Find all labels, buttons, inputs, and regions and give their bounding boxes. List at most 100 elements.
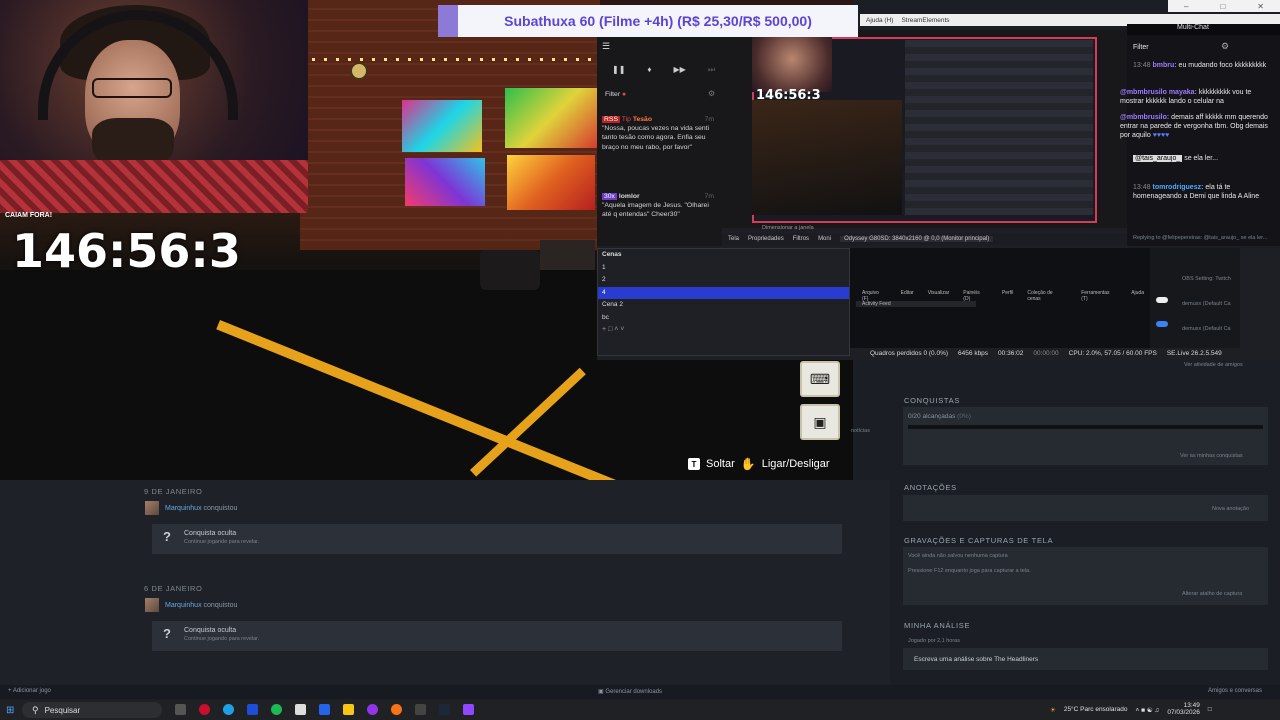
scene-item[interactable]: 2 xyxy=(598,274,849,287)
hand-icon: ✋ xyxy=(740,457,756,471)
firefox-icon[interactable] xyxy=(391,704,402,715)
avatar[interactable] xyxy=(145,598,159,612)
scene-item[interactable]: bc xyxy=(598,312,849,325)
steam-footer: + Adicionar jogo ▣ Gerenciar downloads A… xyxy=(0,685,1280,699)
app-icon[interactable] xyxy=(247,704,258,715)
task-view-icon[interactable] xyxy=(175,704,186,715)
mail-icon[interactable] xyxy=(319,704,330,715)
tv-screen xyxy=(405,158,485,206)
up-icon[interactable]: ˄ xyxy=(614,326,618,333)
subathon-timer: 146:56:3 xyxy=(12,224,241,278)
twitch-icon[interactable] xyxy=(463,704,474,715)
drop-label: Soltar xyxy=(706,458,735,470)
source-item[interactable]: demuxx (Default Ca xyxy=(1182,301,1237,307)
minimize-icon[interactable]: – xyxy=(1184,2,1188,11)
user-link[interactable]: Marquinhux xyxy=(165,602,202,609)
multichat-filter[interactable]: Filter xyxy=(1133,43,1149,52)
spotify-icon[interactable] xyxy=(271,704,282,715)
scene-item-selected[interactable]: 4 xyxy=(598,286,849,299)
new-note-link[interactable]: Nova anotação xyxy=(1212,506,1249,512)
search-placeholder: Pesquisar xyxy=(44,705,81,715)
friends-activity-link[interactable]: Ver atividade de amigos xyxy=(1184,362,1243,368)
activity-line: Marquinhux conquistou xyxy=(165,602,237,609)
menu-item[interactable]: Ajuda xyxy=(1131,290,1144,302)
skip-icon[interactable]: ▶▶ xyxy=(674,65,686,75)
app-icon[interactable] xyxy=(415,704,426,715)
properties-button[interactable]: Propriedades xyxy=(748,236,784,242)
weather-icon: ☀ xyxy=(1050,706,1056,714)
string-lights xyxy=(300,58,600,61)
scene-item[interactable]: 1 xyxy=(598,262,849,275)
write-review-button[interactable]: Escreva uma análise sobre The Headliners xyxy=(914,656,1038,663)
source-toggle[interactable] xyxy=(1156,297,1168,303)
date-header: 9 DE JANEIRO xyxy=(144,487,203,496)
obs-icon[interactable] xyxy=(367,704,378,715)
bitrate: 6456 kbps xyxy=(958,350,989,357)
question-mark-icon: ? xyxy=(163,626,171,641)
filters-button[interactable]: Filtros xyxy=(793,236,809,242)
menu-item[interactable]: Coleção de cenas xyxy=(1027,290,1067,302)
menu-help[interactable]: Ajuda (H) xyxy=(866,17,893,24)
edge-icon[interactable] xyxy=(223,704,234,715)
menu-item[interactable]: Perfil xyxy=(1002,290,1013,302)
friends-chat-button[interactable]: Amigos e conversas xyxy=(1208,688,1262,694)
chat-message: RSS Tip Tesão 7m "Nossa, poucas vezes na… xyxy=(602,116,714,151)
preview-timer: 146:56:3 xyxy=(756,88,821,103)
date-header: 6 DE JANEIRO xyxy=(144,584,203,593)
monitor-select[interactable]: Odyssey G80SD: 3840x2160 @ 0,0 (Monitor … xyxy=(840,236,994,242)
tray-icons[interactable]: ˄ ■ ☯ ♫ xyxy=(1136,706,1160,714)
multichat-message: @tais_araujo_ se ela ler... xyxy=(1133,155,1219,162)
steam-icon[interactable] xyxy=(439,704,450,715)
notification-icon[interactable]: □ xyxy=(1208,706,1212,713)
view-achievements-link[interactable]: Ver as minhas conquistas xyxy=(1180,453,1243,459)
remove-icon[interactable]: □ xyxy=(608,326,612,333)
folder-icon[interactable] xyxy=(343,704,354,715)
achievements-title: CONQUISTAS xyxy=(904,396,961,405)
achievements-progress-bar xyxy=(908,425,1263,429)
multichat-message: 13:48 bmbru: eu mudando foco kkkkkkkkk xyxy=(1133,62,1267,69)
source-toolbar: Tela Propriedades Filtros Moni Odyssey G… xyxy=(722,233,1127,245)
menu-item[interactable]: Ferramentas (T) xyxy=(1081,290,1117,302)
next-icon[interactable]: ⏭ xyxy=(708,65,715,75)
source-toggle[interactable] xyxy=(1156,321,1168,327)
source-item[interactable]: OBS Setting: Twitch xyxy=(1182,276,1237,282)
webcam-overlay xyxy=(0,0,308,213)
pause-icon[interactable]: ❚❚ xyxy=(612,65,625,75)
preview-game xyxy=(752,100,902,215)
down-icon[interactable]: ˅ xyxy=(620,326,624,333)
weather-text[interactable]: 25°C Parc ensolarado xyxy=(1064,706,1128,713)
clock[interactable]: 13:49 07/03/2026 xyxy=(1167,702,1200,717)
preview-webcam xyxy=(752,37,832,92)
bell-icon[interactable]: ♦ xyxy=(647,65,651,75)
chat-filter[interactable]: Filter ● xyxy=(605,90,626,99)
activity-action: conquistou xyxy=(203,505,238,512)
scene-tools: + □ ˄ ˅ xyxy=(598,324,849,337)
menu-icon[interactable]: ☰ xyxy=(602,41,610,52)
calculator-icon[interactable] xyxy=(295,704,306,715)
taskbar-search[interactable]: ⚲ Pesquisar xyxy=(22,702,162,718)
avatar[interactable] xyxy=(145,501,159,515)
captures-empty-text: Você ainda não salvou nenhuma captura xyxy=(908,553,1008,559)
clock-icon xyxy=(350,62,368,80)
gear-icon[interactable]: ⚙ xyxy=(708,89,715,98)
user-link[interactable]: Marquinhux xyxy=(165,505,202,512)
add-game-button[interactable]: + Adicionar jogo xyxy=(8,688,51,694)
menu-streamelements[interactable]: StreamElements xyxy=(901,17,949,24)
maximize-icon[interactable]: □ xyxy=(1220,2,1225,11)
activity-action: conquistou xyxy=(203,602,238,609)
activity-feed-tab[interactable]: Activity Feed xyxy=(856,301,976,307)
scene-item[interactable]: Cena 2 xyxy=(598,299,849,312)
close-icon[interactable]: ✕ xyxy=(1257,2,1264,11)
obs-status-bar: Quadros perdidos 0 (0.0%) 6456 kbps 00:3… xyxy=(870,350,1280,360)
gear-icon[interactable]: ⚙ xyxy=(1221,41,1229,52)
add-icon[interactable]: + xyxy=(602,326,606,333)
change-capture-shortcut-link[interactable]: Alterar atalho de captura xyxy=(1182,591,1242,597)
achievement-title: Conquista oculta xyxy=(184,530,237,537)
multichat-title: Multi-Chat xyxy=(1127,24,1280,35)
achievement-sub: Continue jogando para revelar. xyxy=(184,539,260,545)
source-item[interactable]: demuxx (Default Ca xyxy=(1182,326,1237,332)
opera-icon[interactable] xyxy=(199,704,210,715)
windows-start-icon[interactable]: ⊞ xyxy=(6,705,14,716)
captures-hint: Pressione F12 enquanto joga para captura… xyxy=(908,568,1031,574)
manage-downloads-button[interactable]: ▣ Gerenciar downloads xyxy=(598,688,662,695)
